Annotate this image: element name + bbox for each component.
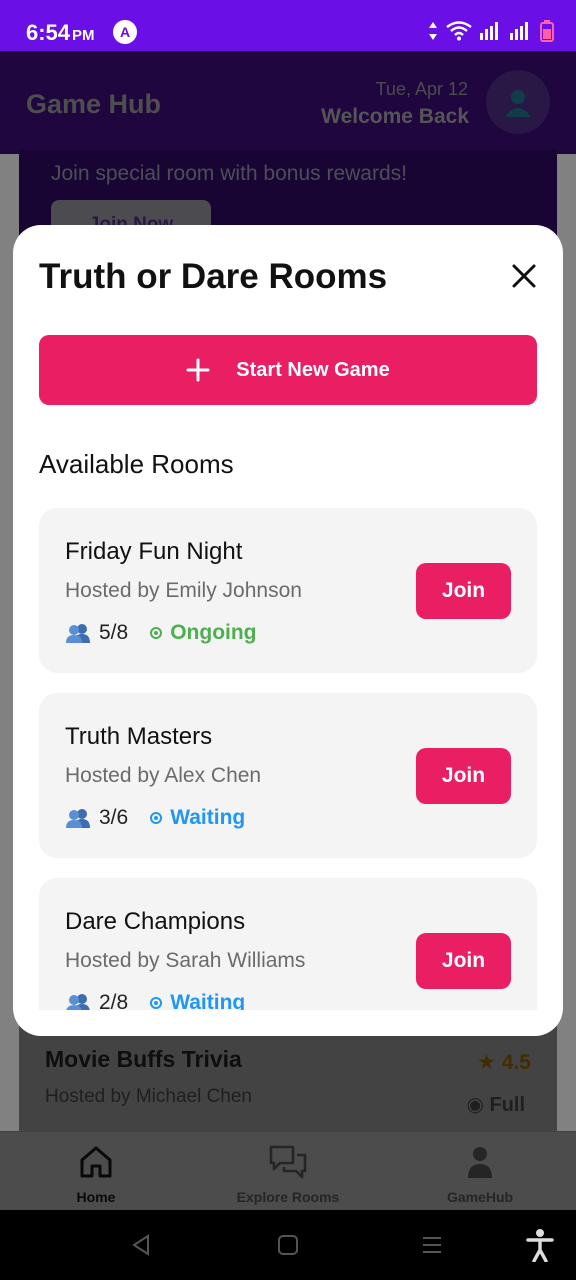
room-name: Dare Champions	[65, 908, 246, 935]
rooms-modal: Truth or Dare Rooms Start New Game Avail…	[13, 225, 563, 1036]
accessibility-icon[interactable]	[526, 1228, 554, 1262]
room-host: Hosted by Sarah Williams	[65, 949, 306, 972]
join-button[interactable]: Join	[416, 748, 511, 804]
status-ampm: PM	[72, 27, 95, 44]
status-dot-icon	[150, 997, 163, 1009]
players-icon	[66, 624, 90, 643]
room-player-count: 5/8	[99, 621, 129, 644]
close-icon[interactable]	[511, 263, 537, 289]
room-meta: 3/6 Waiting	[65, 806, 245, 830]
players-icon	[66, 994, 90, 1010]
status-time: 6:54 PM	[26, 20, 95, 46]
status-dot-icon	[150, 812, 163, 824]
room-status: Ongoing	[150, 621, 257, 645]
status-icons	[428, 20, 554, 42]
plus-icon	[186, 358, 210, 382]
room-status-label: Ongoing	[170, 621, 257, 644]
room-card: Truth Masters Hosted by Alex Chen 3/6 Wa…	[39, 693, 537, 858]
room-player-count: 2/8	[99, 991, 129, 1010]
room-status-label: Waiting	[170, 991, 246, 1010]
recents-icon[interactable]	[421, 1235, 443, 1255]
data-arrows-icon	[429, 22, 437, 40]
room-meta: 2/8 Waiting	[65, 991, 245, 1010]
room-host: Hosted by Emily Johnson	[65, 579, 302, 602]
join-button[interactable]: Join	[416, 933, 511, 989]
signal-icon-2	[510, 22, 528, 40]
back-icon[interactable]	[130, 1234, 152, 1256]
start-new-game-button[interactable]: Start New Game	[39, 335, 537, 405]
room-player-count: 3/6	[99, 806, 129, 829]
room-status: Waiting	[150, 991, 245, 1010]
room-status: Waiting	[150, 806, 245, 830]
players-icon	[66, 809, 90, 828]
rooms-list[interactable]: Friday Fun Night Hosted by Emily Johnson…	[39, 508, 537, 1010]
room-meta: 5/8 Ongoing	[65, 621, 257, 645]
battery-icon	[540, 20, 554, 42]
room-status-label: Waiting	[170, 806, 246, 829]
system-nav-bar	[0, 1210, 576, 1280]
wifi-icon	[446, 21, 472, 41]
room-name: Truth Masters	[65, 723, 213, 750]
available-rooms-heading: Available Rooms	[39, 449, 234, 479]
room-host: Hosted by Alex Chen	[65, 764, 262, 787]
join-button[interactable]: Join	[416, 563, 511, 619]
app-notification-icon: A	[113, 20, 137, 44]
signal-icon	[480, 22, 498, 40]
status-dot-icon	[150, 627, 163, 639]
room-name: Friday Fun Night	[65, 538, 243, 565]
start-new-game-label: Start New Game	[236, 358, 390, 381]
room-card: Friday Fun Night Hosted by Emily Johnson…	[39, 508, 537, 673]
room-card: Dare Champions Hosted by Sarah Williams …	[39, 878, 537, 1010]
modal-title: Truth or Dare Rooms	[39, 257, 388, 296]
home-button-icon[interactable]	[277, 1234, 299, 1256]
status-time-value: 6:54	[26, 20, 71, 45]
